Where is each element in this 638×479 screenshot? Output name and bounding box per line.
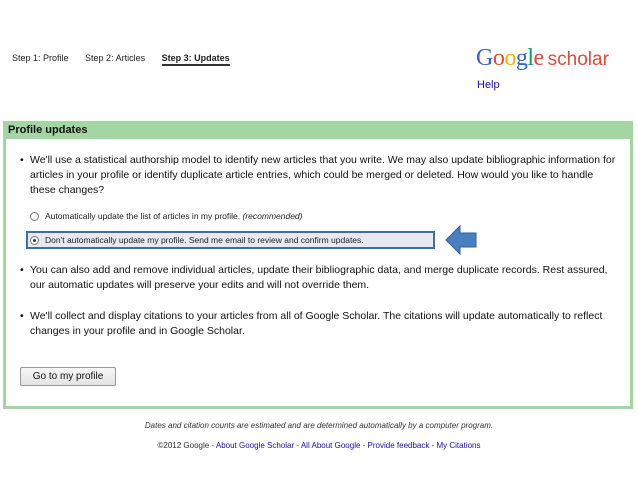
footer-link-feedback[interactable]: Provide feedback bbox=[368, 441, 430, 450]
go-to-profile-button[interactable]: Go to my profile bbox=[20, 367, 116, 386]
footer-separator: - bbox=[360, 441, 368, 450]
footer-link-about-google[interactable]: All About Google bbox=[301, 441, 361, 450]
option-auto-update[interactable]: Automatically update the list of article… bbox=[30, 211, 303, 221]
scholar-wordmark: scholar bbox=[547, 49, 609, 70]
bullet-text: We'll collect and display citations to y… bbox=[30, 310, 603, 337]
step-profile[interactable]: Step 1: Profile bbox=[12, 53, 69, 63]
radio-manual-update[interactable] bbox=[30, 235, 39, 245]
bullet-edits: • You can also add and remove individual… bbox=[20, 263, 620, 293]
bullet-dot: • bbox=[20, 264, 24, 276]
copyright: ©2012 Google bbox=[157, 441, 210, 450]
step-updates[interactable]: Step 3: Updates bbox=[161, 53, 230, 66]
bullet-text: We'll use a statistical authorship model… bbox=[30, 154, 616, 196]
step-navigation: Step 1: Profile Step 2: Articles Step 3:… bbox=[12, 53, 244, 66]
option-manual-update-label: Don't automatically update my profile. S… bbox=[45, 235, 364, 245]
footer-separator: - bbox=[294, 441, 301, 450]
footer-link-my-citations[interactable]: My Citations bbox=[436, 441, 480, 450]
radio-auto-update[interactable] bbox=[30, 211, 39, 221]
google-scholar-logo[interactable]: Google scholar bbox=[476, 45, 609, 72]
disclaimer-text: Dates and citation counts are estimated … bbox=[144, 421, 494, 430]
step-articles[interactable]: Step 2: Articles bbox=[85, 53, 145, 63]
bullet-citations: • We'll collect and display citations to… bbox=[20, 309, 620, 339]
bullet-dot: • bbox=[20, 154, 24, 166]
bullet-authorship: • We'll use a statistical authorship mod… bbox=[20, 153, 620, 198]
option-auto-update-label: Automatically update the list of article… bbox=[45, 211, 241, 221]
help-link[interactable]: Help bbox=[477, 79, 500, 91]
footer-separator: - bbox=[209, 441, 216, 450]
bullet-text: You can also add and remove individual a… bbox=[30, 264, 608, 291]
pointer-arrow-icon bbox=[445, 224, 477, 256]
google-wordmark: Google bbox=[476, 45, 544, 71]
option-manual-update[interactable]: Don't automatically update my profile. S… bbox=[30, 235, 364, 245]
footer: ©2012 Google - About Google Scholar - Al… bbox=[0, 441, 638, 450]
recommended-note: (recommended) bbox=[242, 211, 303, 221]
footer-link-about-scholar[interactable]: About Google Scholar bbox=[216, 441, 294, 450]
panel-title: Profile updates bbox=[3, 121, 633, 139]
bullet-dot: • bbox=[20, 310, 24, 322]
